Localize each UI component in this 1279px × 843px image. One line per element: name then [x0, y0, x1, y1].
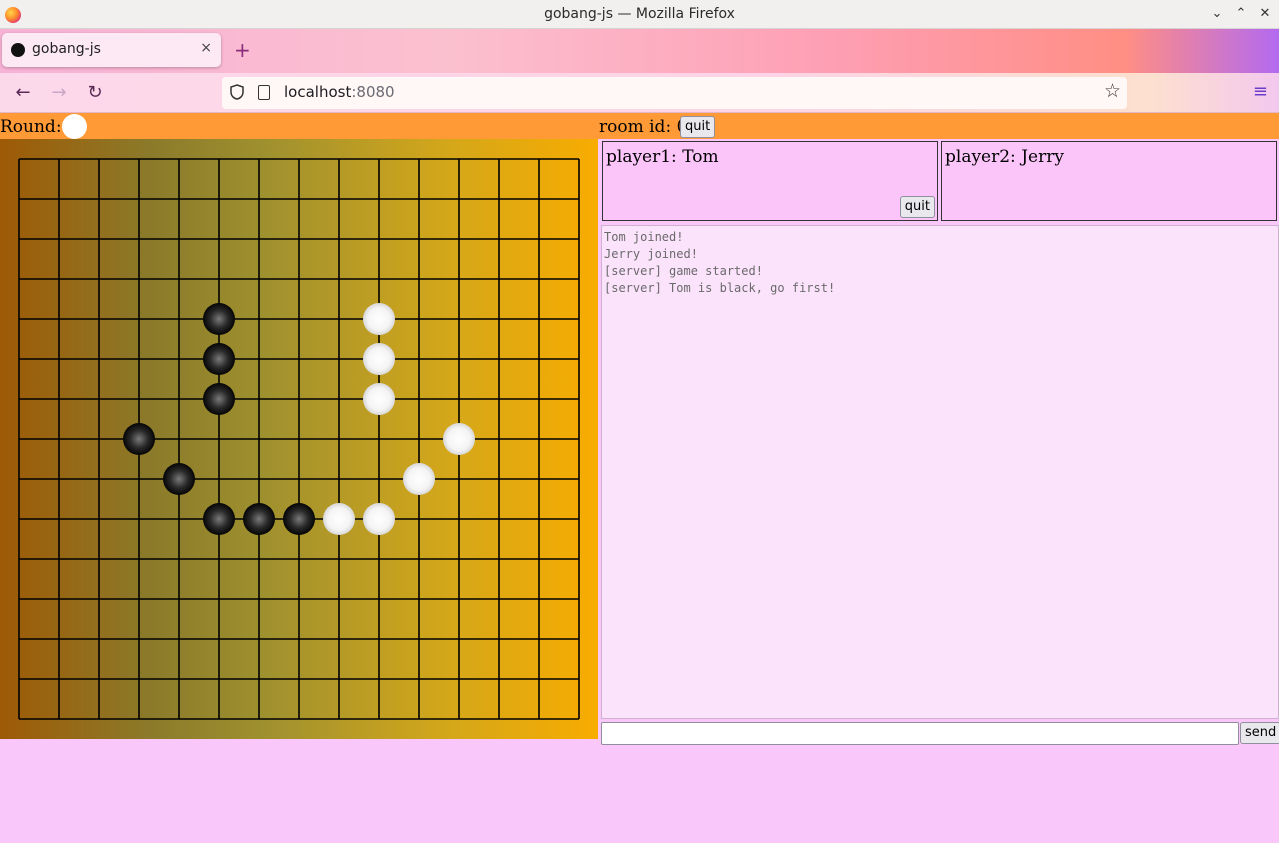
url-text[interactable]: localhost:8080 — [284, 83, 395, 101]
black-stone — [243, 503, 275, 535]
black-stone — [283, 503, 315, 535]
room-quit-button[interactable]: quit — [680, 116, 716, 138]
white-stone — [323, 503, 355, 535]
round-label: Round: — [0, 117, 62, 137]
black-stone — [123, 423, 155, 455]
back-icon[interactable]: ← — [11, 81, 35, 105]
page-info-icon[interactable] — [258, 85, 270, 100]
player1-quit-button[interactable]: quit — [899, 196, 935, 218]
room-bar: room id: 0 quit — [598, 113, 1279, 139]
navigation-bar: ← → ↻ localhost:8080 ☆ ≡ — [0, 73, 1279, 113]
white-stone — [443, 423, 475, 455]
close-window-icon[interactable]: ✕ — [1255, 4, 1275, 24]
black-stone — [203, 383, 235, 415]
white-stone — [363, 343, 395, 375]
white-stone — [363, 383, 395, 415]
page-content: Round: room id: 0 quit player1: Tom quit… — [0, 113, 1279, 843]
log-message: Jerry joined! — [604, 247, 698, 261]
chat-log: Tom joined! Jerry joined! [server] game … — [601, 225, 1279, 719]
player2-card: player2: Jerry — [941, 141, 1277, 221]
log-message: Tom joined! — [604, 230, 684, 244]
room-id-label: room id: 0 — [599, 117, 688, 137]
tab-gobang[interactable]: gobang-js × — [2, 33, 221, 67]
url-bar[interactable]: localhost:8080 ☆ — [222, 77, 1127, 109]
player1-card: player1: Tom quit — [602, 141, 938, 221]
forward-icon[interactable]: → — [47, 81, 71, 105]
maximize-icon[interactable]: ⌃ — [1231, 4, 1251, 24]
black-stone — [203, 303, 235, 335]
gobang-board[interactable] — [0, 139, 598, 739]
round-bar: Round: — [0, 113, 598, 139]
hamburger-menu-icon[interactable]: ≡ — [1253, 81, 1268, 102]
player1-name: player1: Tom — [606, 147, 719, 167]
black-stone — [203, 503, 235, 535]
new-tab-button[interactable]: + — [234, 39, 251, 61]
round-stone-indicator — [62, 114, 87, 139]
white-stone — [363, 503, 395, 535]
shield-icon[interactable] — [230, 84, 244, 100]
tab-label: gobang-js — [32, 41, 101, 57]
tab-close-icon[interactable]: × — [200, 40, 212, 56]
chat-input[interactable] — [601, 722, 1239, 745]
window-title: gobang-js — Mozilla Firefox — [544, 6, 735, 22]
black-stone — [203, 343, 235, 375]
tab-strip: gobang-js × + — [0, 29, 1279, 73]
send-button[interactable]: send — [1240, 722, 1279, 744]
log-message: [server] Tom is black, go first! — [604, 281, 836, 295]
board-grid[interactable] — [0, 139, 598, 739]
white-stone — [363, 303, 395, 335]
reload-icon[interactable]: ↻ — [83, 81, 107, 105]
player2-name: player2: Jerry — [945, 147, 1064, 167]
tab-favicon-icon — [11, 43, 25, 57]
white-stone — [403, 463, 435, 495]
window-titlebar: gobang-js — Mozilla Firefox ⌄ ⌃ ✕ — [0, 0, 1279, 29]
bookmark-star-icon[interactable]: ☆ — [1104, 80, 1121, 102]
minimize-icon[interactable]: ⌄ — [1207, 4, 1227, 24]
log-message: [server] game started! — [604, 264, 763, 278]
black-stone — [163, 463, 195, 495]
